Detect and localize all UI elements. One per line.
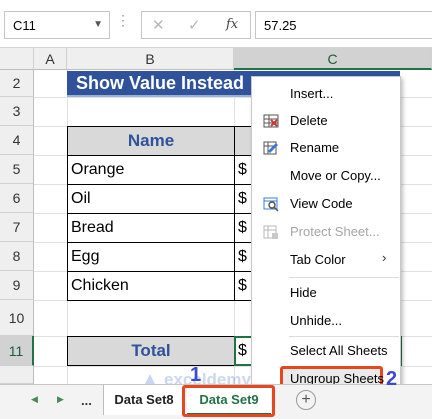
row-header-2[interactable]: 2: [0, 70, 34, 97]
row-header-11[interactable]: 11: [0, 336, 34, 366]
cancel-icon[interactable]: ✕: [152, 16, 165, 34]
select-all-corner[interactable]: [0, 48, 34, 70]
name-box[interactable]: C11 ▼: [4, 11, 110, 39]
menu-item-tab-color[interactable]: Tab Color ›: [252, 247, 400, 274]
menu-separator: [289, 277, 399, 278]
menu-item-delete[interactable]: Delete: [252, 108, 400, 135]
formula-input[interactable]: 57.25: [255, 11, 432, 39]
menu-item-hide[interactable]: Hide: [252, 280, 400, 307]
menu-item-view-code[interactable]: View Code: [252, 191, 400, 218]
row-header-10[interactable]: 10: [0, 300, 34, 336]
scroll-tabs-right-icon[interactable]: ▶: [57, 394, 64, 405]
rename-icon: [263, 141, 278, 155]
sheet-tab-context-menu: Insert... Delete Rename Move or Copy... …: [251, 76, 401, 391]
sheet-tab-bar: ◀ ▶ ... Data Set8 Data Set9 +: [0, 384, 432, 419]
protect-sheet-icon: [263, 225, 278, 239]
add-sheet-icon[interactable]: +: [296, 390, 316, 410]
chevron-down-icon[interactable]: ▼: [93, 19, 103, 30]
table-row-name[interactable]: Oil: [67, 184, 235, 214]
table-row-name[interactable]: Chicken: [67, 271, 235, 301]
table-row-name[interactable]: Bread: [67, 213, 235, 243]
sheet-tab-data-set9[interactable]: Data Set9: [187, 385, 271, 415]
enter-icon[interactable]: ✓: [188, 16, 201, 34]
step-1-annotation: 1: [190, 364, 202, 386]
formula-buttons: ✕ ✓ fx: [141, 11, 251, 39]
column-header-a[interactable]: A: [34, 48, 67, 70]
menu-separator: [289, 336, 399, 337]
menu-item-move-or-copy[interactable]: Move or Copy...: [252, 163, 400, 190]
total-label-cell[interactable]: Total: [67, 336, 235, 366]
menu-item-unhide[interactable]: Unhide...: [252, 308, 400, 335]
column-header-b[interactable]: B: [67, 48, 234, 70]
chevron-right-icon: ›: [382, 250, 387, 265]
delete-sheet-icon: [263, 114, 279, 128]
drag-handle-icon[interactable]: ⋮: [116, 12, 131, 29]
view-code-icon: [263, 197, 279, 212]
menu-item-select-all-sheets[interactable]: Select All Sheets: [252, 338, 400, 365]
row-header-12[interactable]: [0, 366, 34, 384]
row-header-6[interactable]: 6: [0, 184, 34, 213]
row-header-4[interactable]: 4: [0, 126, 34, 155]
row-header-5[interactable]: 5: [0, 155, 34, 184]
menu-item-protect-sheet: Protect Sheet...: [252, 219, 400, 246]
formula-bar: C11 ▼ ⋮ ✕ ✓ fx 57.25: [0, 0, 432, 48]
menu-item-rename[interactable]: Rename: [252, 135, 400, 162]
table-header-name[interactable]: Name: [67, 126, 235, 156]
sheet-tab-data-set8[interactable]: Data Set8: [103, 385, 185, 415]
scroll-tabs-left-icon[interactable]: ◀: [31, 394, 38, 405]
step-2-annotation: 2: [386, 368, 398, 390]
table-row-name[interactable]: Egg: [67, 242, 235, 272]
menu-item-insert[interactable]: Insert...: [252, 81, 400, 108]
row-header-8[interactable]: 8: [0, 242, 34, 271]
more-sheets-button[interactable]: ...: [81, 393, 92, 408]
table-row-name[interactable]: Orange: [67, 155, 235, 185]
row-header-9[interactable]: 9: [0, 271, 34, 300]
name-box-value: C11: [13, 18, 36, 33]
insert-function-icon[interactable]: fx: [226, 17, 238, 32]
row-header-3[interactable]: 3: [0, 97, 34, 126]
row-header-7[interactable]: 7: [0, 213, 34, 242]
formula-value: 57.25: [264, 18, 297, 33]
title-text: Show Value Instead: [76, 73, 245, 93]
column-header-c[interactable]: C: [234, 48, 432, 70]
